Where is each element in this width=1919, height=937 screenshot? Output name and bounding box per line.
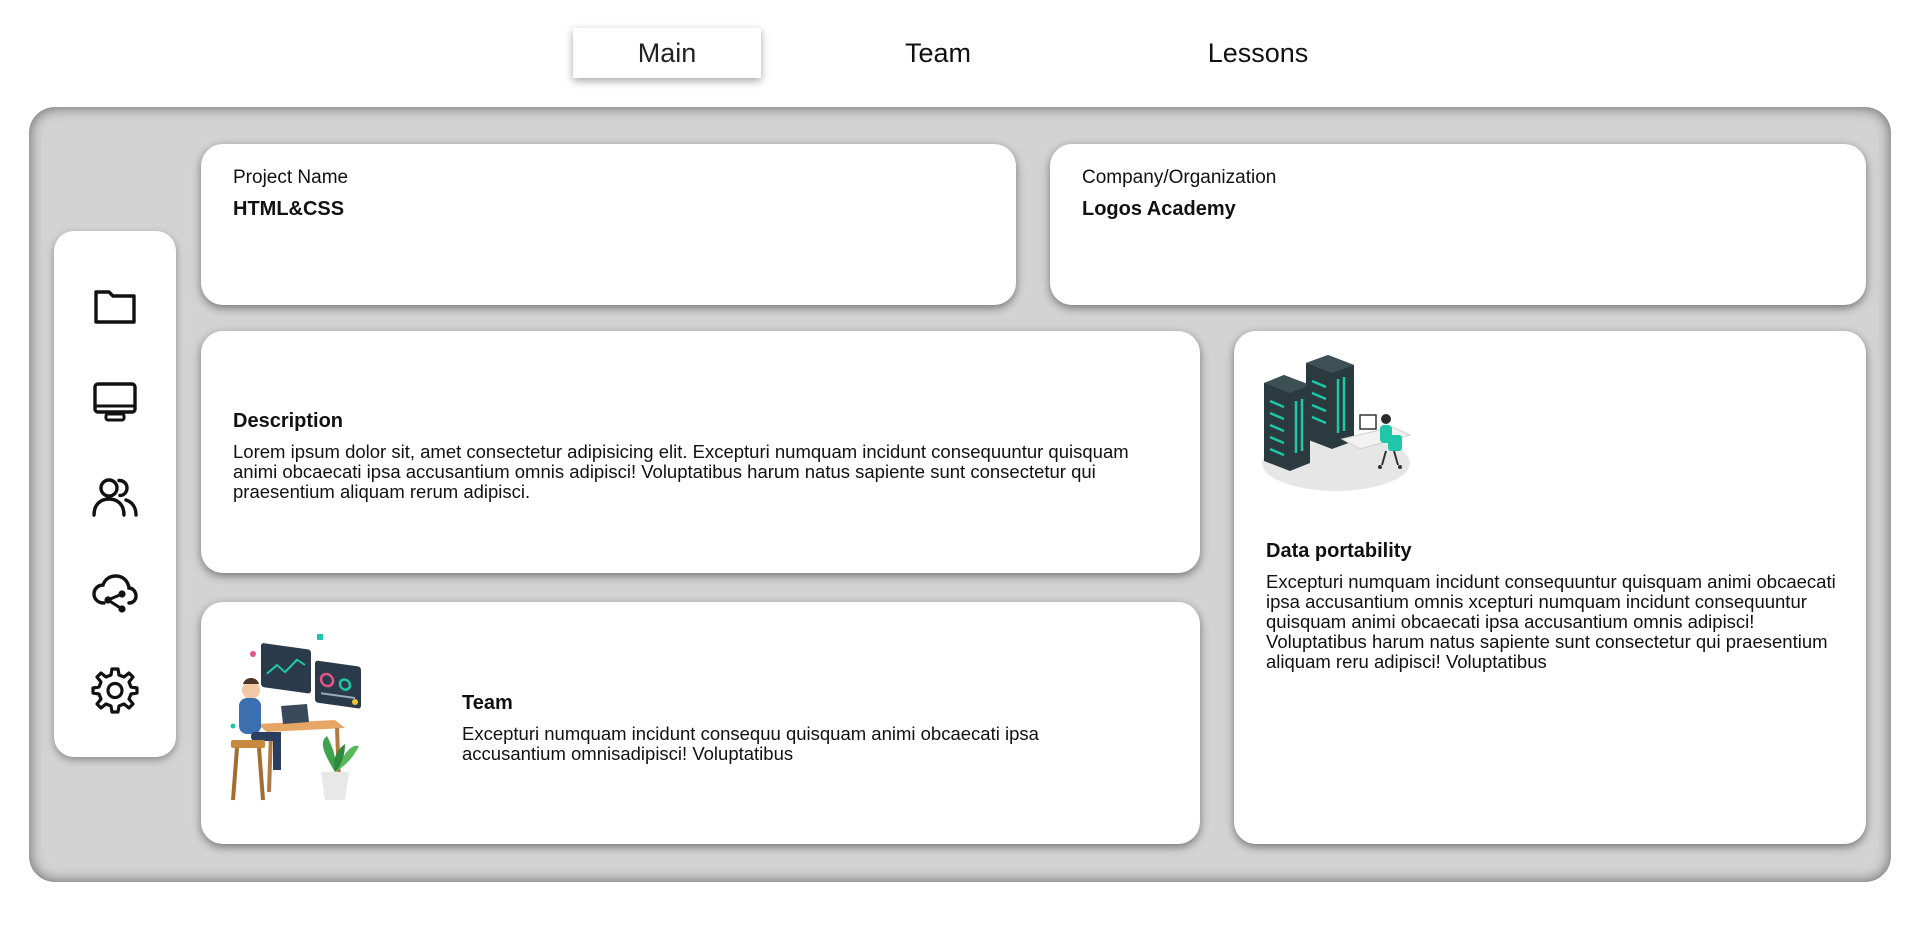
folder-icon (94, 290, 136, 324)
description-text: Lorem ipsum dolor sit, amet consectetur … (233, 441, 1129, 502)
team-heading: Team (462, 692, 513, 714)
server-illustration (1262, 355, 1412, 491)
top-navigation: Main Team Lessons (573, 28, 1373, 78)
users-icon (92, 478, 138, 517)
cloud-share-icon (92, 574, 138, 613)
team-card: Team Excepturi numquam incidunt consequu… (201, 602, 1200, 844)
description-card: Description Lorem ipsum dolor sit, amet … (201, 331, 1200, 573)
sidebar (54, 231, 176, 757)
description-heading: Description (233, 410, 344, 432)
tab-team[interactable]: Team (883, 28, 993, 78)
sidebar-item-folder[interactable] (90, 281, 140, 331)
project-name-value: HTML&CSS (233, 198, 345, 220)
tab-lessons[interactable]: Lessons (1188, 28, 1328, 78)
data-portability-heading: Data portability (1266, 540, 1412, 562)
sidebar-item-monitor[interactable] (90, 377, 140, 427)
sidebar-item-settings[interactable] (90, 665, 140, 715)
main-panel: Project Name HTML&CSS Company/Organizati… (29, 107, 1891, 882)
company-value: Logos Academy (1082, 198, 1236, 220)
gear-icon (91, 667, 139, 714)
company-card: Company/Organization Logos Academy (1050, 144, 1866, 305)
developer-illustration (230, 634, 361, 801)
data-portability-text: Excepturi numquam incidunt consequuntur … (1266, 571, 1836, 672)
company-label: Company/Organization (1082, 167, 1277, 188)
sidebar-item-users[interactable] (90, 473, 140, 523)
project-name-label: Project Name (233, 167, 349, 188)
team-text: Excepturi numquam incidunt consequu quis… (462, 723, 1039, 764)
sidebar-item-cloud-share[interactable] (90, 569, 140, 619)
data-portability-card: Data portability Excepturi numquam incid… (1234, 331, 1866, 844)
tab-main[interactable]: Main (573, 28, 761, 78)
monitor-icon (93, 382, 137, 422)
project-name-card: Project Name HTML&CSS (201, 144, 1016, 305)
